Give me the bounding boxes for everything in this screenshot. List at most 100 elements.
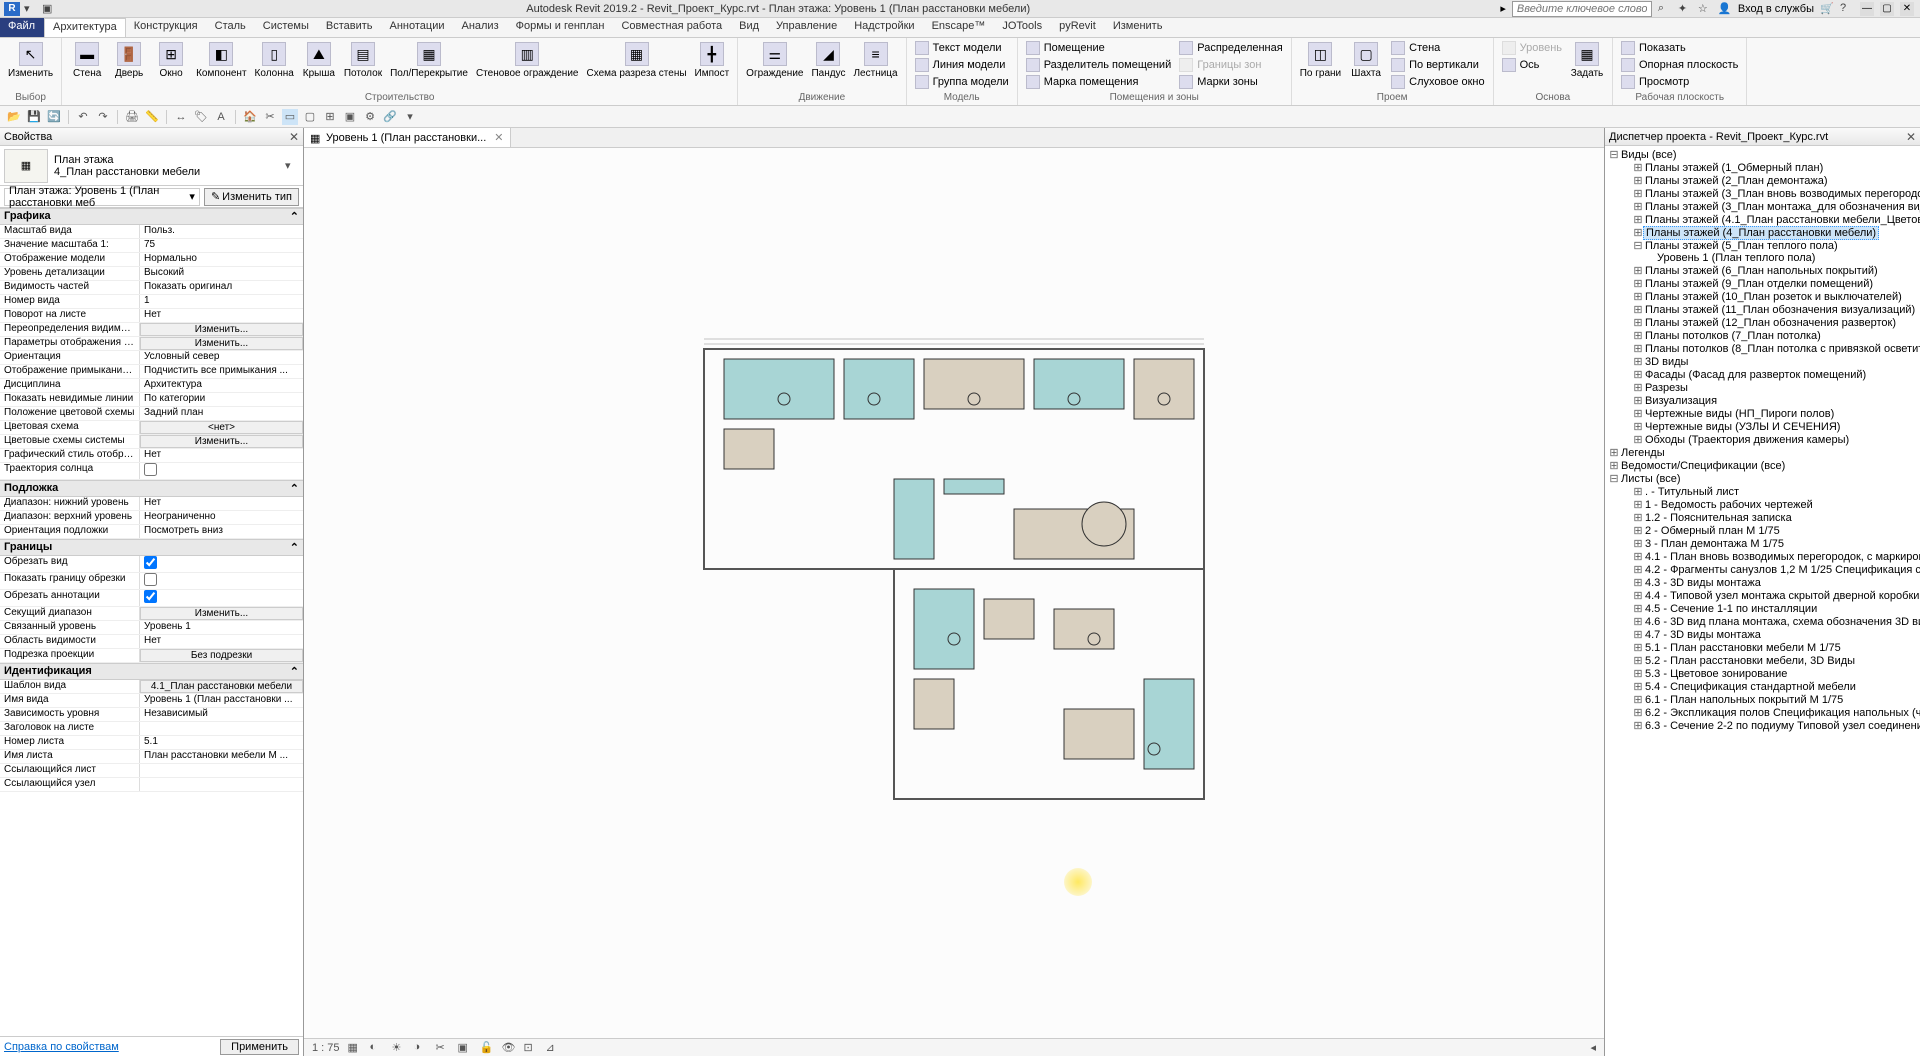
measure-icon[interactable]: 📏 (144, 109, 160, 125)
tree-node[interactable]: ⊞Обходы (Траектория движения камеры) (1607, 433, 1918, 446)
tab-pyrevit[interactable]: pyRevit (1051, 18, 1105, 37)
model-group-button[interactable]: Группа модели (913, 74, 1011, 90)
aligned-dim-icon[interactable]: ↔ (173, 109, 189, 125)
tree-node[interactable]: ⊞2 - Обмерный план М 1/75 (1607, 524, 1918, 537)
property-row[interactable]: Заголовок на листе (0, 722, 303, 736)
property-row[interactable]: Номер вида1 (0, 295, 303, 309)
tree-schedules[interactable]: ⊞Ведомости/Спецификации (все) (1607, 459, 1918, 472)
text-icon[interactable]: A (213, 109, 229, 125)
property-value[interactable]: Изменить... (140, 337, 303, 350)
tree-node[interactable]: ⊞Планы этажей (11_План обозначения визуа… (1607, 303, 1918, 316)
tree-node[interactable]: ⊞5.2 - План расстановки мебели, 3D Виды (1607, 654, 1918, 667)
star-icon[interactable]: ☆ (1698, 2, 1712, 16)
property-value[interactable]: Задний план (140, 407, 303, 420)
section-ident[interactable]: Идентификация⌃ (0, 663, 303, 680)
property-row[interactable]: Масштаб видаПольз. (0, 225, 303, 239)
property-row[interactable]: Цветовые схемы системыИзменить... (0, 435, 303, 449)
vertical-button[interactable]: По вертикали (1389, 57, 1487, 73)
property-row[interactable]: Ориентация подложкиПосмотреть вниз (0, 525, 303, 539)
close-icon[interactable]: ✕ (494, 131, 503, 144)
room-sep-button[interactable]: Разделитель помещений (1024, 57, 1174, 73)
property-value[interactable] (140, 463, 303, 479)
tree-node[interactable]: ⊞Планы этажей (3_План вновь возводимых п… (1607, 187, 1918, 200)
tree-node[interactable]: ⊞3D виды (1607, 355, 1918, 368)
property-value[interactable]: Без подрезки (140, 649, 303, 662)
property-row[interactable]: Видимость частейПоказать оригинал (0, 281, 303, 295)
tree-node[interactable]: ⊞3 - План демонтажа М 1/75 (1607, 537, 1918, 550)
tree-legends[interactable]: ⊞Легенды (1607, 446, 1918, 459)
tab-massing[interactable]: Формы и генплан (508, 18, 614, 37)
roof-button[interactable]: ⛰Крыша (300, 40, 338, 91)
property-row[interactable]: Связанный уровеньУровень 1 (0, 621, 303, 635)
scroll-left-icon[interactable]: ◂ (1590, 1041, 1596, 1054)
tab-insert[interactable]: Вставить (318, 18, 382, 37)
property-value[interactable]: Посмотреть вниз (140, 525, 303, 538)
property-row[interactable]: Зависимость уровняНезависимый (0, 708, 303, 722)
tree-level-node[interactable]: Уровень 1 (План теплого пола) (1607, 252, 1918, 264)
property-row[interactable]: Шаблон вида4.1_План расстановки мебели (0, 680, 303, 694)
tab-analyze[interactable]: Анализ (453, 18, 507, 37)
dormer-button[interactable]: Слуховое окно (1389, 74, 1487, 90)
tab-structure[interactable]: Конструкция (126, 18, 207, 37)
section-icon[interactable]: ✂ (262, 109, 278, 125)
room-button[interactable]: Помещение (1024, 40, 1174, 56)
property-row[interactable]: Отображение моделиНормально (0, 253, 303, 267)
property-value[interactable]: Неограниченно (140, 511, 303, 524)
property-row[interactable]: Диапазон: верхний уровеньНеограниченно (0, 511, 303, 525)
wall-button[interactable]: ▬Стена (68, 40, 106, 91)
key-icon[interactable]: ✦ (1678, 2, 1692, 16)
property-checkbox[interactable] (144, 556, 157, 569)
property-value[interactable] (140, 722, 303, 735)
tree-node[interactable]: ⊞Планы этажей (10_План розеток и выключа… (1607, 290, 1918, 303)
cart-icon[interactable]: 🛒 (1820, 2, 1834, 16)
search-input[interactable] (1512, 1, 1652, 17)
property-row[interactable]: Уровень детализацииВысокий (0, 267, 303, 281)
show-button[interactable]: Показать (1619, 40, 1740, 56)
property-value[interactable]: 5.1 (140, 736, 303, 749)
tree-node[interactable]: ⊞6.1 - План напольных покрытий М 1/75 (1607, 693, 1918, 706)
property-row[interactable]: Цветовая схема<нет> (0, 421, 303, 435)
tab-systems[interactable]: Системы (255, 18, 318, 37)
tree-node[interactable]: ⊞4.1 - План вновь возводимых перегородок… (1607, 550, 1918, 563)
tree-node[interactable]: ⊞Планы этажей (1_Обмерный план) (1607, 161, 1918, 174)
unlock-icon[interactable]: 🔓 (480, 1041, 494, 1055)
analytical-icon[interactable]: ⊿ (546, 1041, 560, 1055)
tree-node[interactable]: ⊞. - Титульный лист (1607, 485, 1918, 498)
tree-node[interactable]: ⊞Планы этажей (9_План отделки помещений) (1607, 277, 1918, 290)
close-icon[interactable]: ✕ (1906, 130, 1916, 144)
tile-icon[interactable]: ▣ (342, 109, 358, 125)
tree-node[interactable]: ⊞4.7 - 3D виды монтажа (1607, 628, 1918, 641)
property-value[interactable]: 4.1_План расстановки мебели (140, 680, 303, 693)
undo-icon[interactable]: ↶ (75, 109, 91, 125)
property-value[interactable]: План расстановки мебели М ... (140, 750, 303, 763)
property-value[interactable]: Уровень 1 (140, 621, 303, 634)
thin-lines-icon[interactable]: ▭ (282, 109, 298, 125)
tab-modify[interactable]: Изменить (1105, 18, 1172, 37)
property-row[interactable]: ОриентацияУсловный север (0, 351, 303, 365)
tree-node[interactable]: ⊞6.3 - Сечение 2-2 по подиуму Типовой уз… (1607, 719, 1918, 732)
infocenter-icon[interactable]: ⌕ (1658, 2, 1672, 16)
ramp-button[interactable]: ◢Пандус (809, 40, 847, 91)
tab-jotools[interactable]: JOTools (994, 18, 1051, 37)
property-value[interactable]: Подчистить все примыкания ... (140, 365, 303, 378)
model-text-button[interactable]: Текст модели (913, 40, 1011, 56)
property-value[interactable]: Показать оригинал (140, 281, 303, 294)
login-label[interactable]: Вход в службы (1738, 3, 1814, 15)
property-row[interactable]: Показать границу обрезки (0, 573, 303, 590)
property-row[interactable]: Отображение примыканий с...Подчистить вс… (0, 365, 303, 379)
type-dropdown-icon[interactable]: ▾ (285, 159, 299, 172)
3d-icon[interactable]: 🏠 (242, 109, 258, 125)
property-value[interactable]: Нет (140, 309, 303, 322)
property-row[interactable]: Поворот на листеНет (0, 309, 303, 323)
tree-node[interactable]: ⊞Планы этажей (3_План монтажа_для обозна… (1607, 200, 1918, 213)
property-value[interactable] (140, 573, 303, 589)
visual-style-icon[interactable]: ◐ (370, 1041, 384, 1055)
tree-node[interactable]: ⊞1 - Ведомость рабочих чертежей (1607, 498, 1918, 511)
mullion-button[interactable]: ╋Импост (693, 40, 732, 91)
tree-node[interactable]: ⊞6.2 - Экспликация полов Спецификация на… (1607, 706, 1918, 719)
room-mark-button[interactable]: Марка помещения (1024, 74, 1174, 90)
property-row[interactable]: Имя видаУровень 1 (План расстановки ... (0, 694, 303, 708)
help-icon[interactable]: ? (1840, 2, 1854, 16)
property-value[interactable]: Нет (140, 497, 303, 510)
set-button[interactable]: ▦Задать (1568, 40, 1606, 91)
